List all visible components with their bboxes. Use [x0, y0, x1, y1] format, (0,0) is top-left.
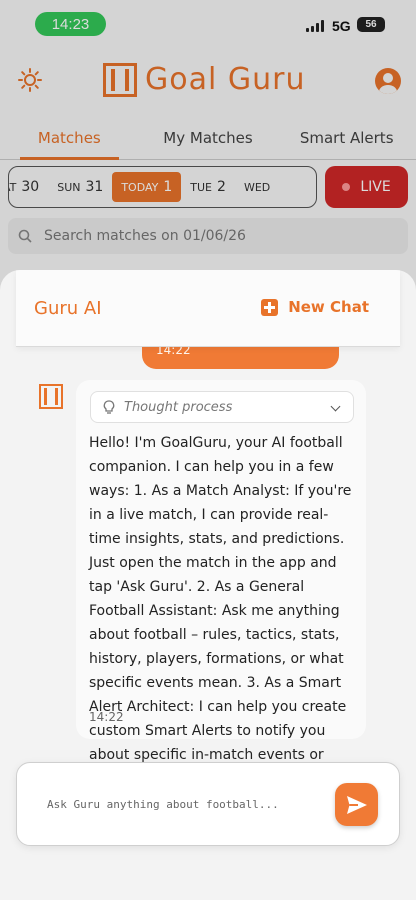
chat-input-box — [16, 762, 400, 846]
new-chat-label: New Chat — [288, 298, 369, 316]
new-chat-button[interactable]: New Chat — [261, 298, 369, 316]
guru-ai-sheet: Guru AI New Chat 14:22 Thought process H… — [0, 270, 416, 900]
sheet-header: Guru AI New Chat — [16, 270, 400, 347]
bot-message-time: 14:22 — [89, 710, 124, 724]
chevron-down-icon — [330, 401, 341, 412]
send-icon — [346, 795, 367, 814]
send-button[interactable] — [335, 783, 378, 826]
thought-process-toggle[interactable]: Thought process — [90, 391, 354, 423]
bot-message-bubble: Thought process Hello! I'm GoalGuru, you… — [76, 380, 366, 835]
thought-process-label: Thought process — [124, 399, 233, 415]
chat-input[interactable] — [47, 793, 327, 815]
new-chat-icon — [261, 298, 279, 316]
sheet-title: Guru AI — [34, 298, 102, 319]
lightbulb-icon — [103, 400, 115, 414]
bot-avatar-icon — [39, 384, 63, 409]
